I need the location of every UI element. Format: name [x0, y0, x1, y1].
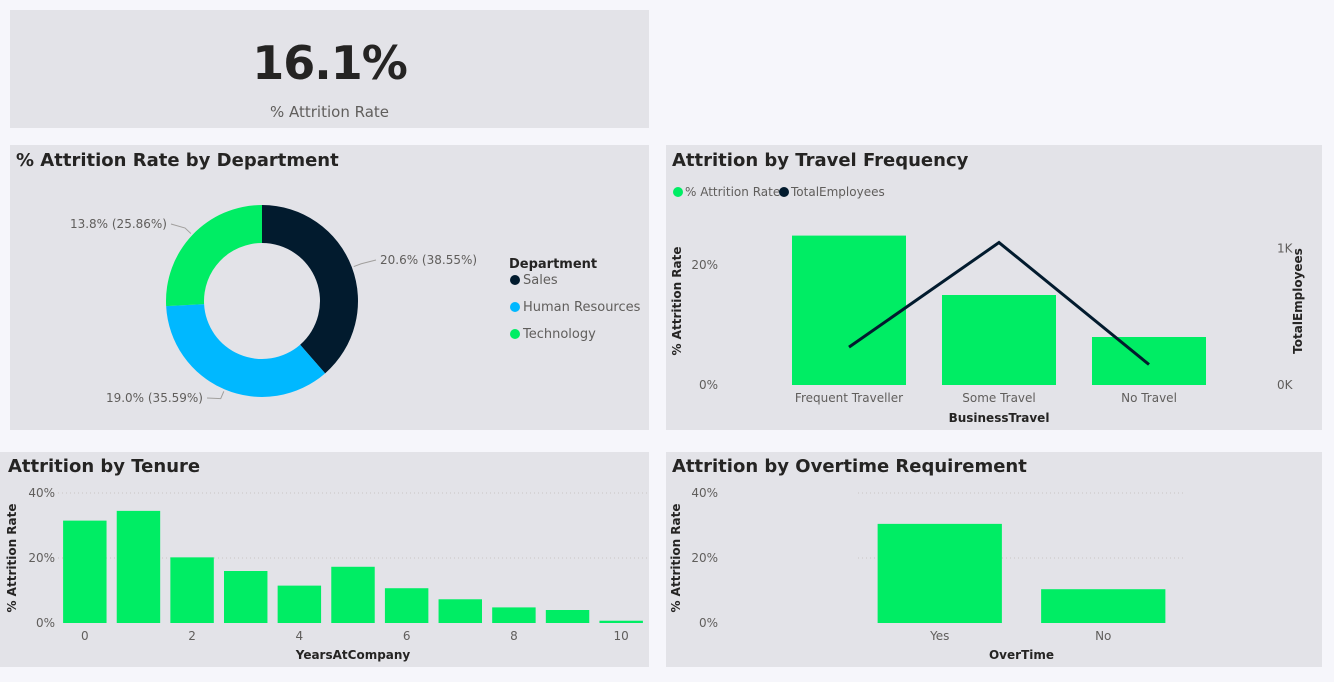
bar: [1041, 589, 1166, 623]
overtime-chart-card: Attrition by Overtime Requirement 0% 20% 4…: [666, 452, 1322, 667]
x-tick-label: 6: [403, 629, 411, 643]
y-tick-label: 0%: [36, 616, 55, 630]
donut-leader-line: [353, 259, 377, 268]
legend-label: Human Resources: [523, 300, 641, 315]
y2-axis-title: TotalEmployees: [1291, 248, 1305, 354]
legend-marker: [779, 187, 789, 197]
donut-slice-technology: [166, 205, 262, 307]
y-tick-label: 20%: [691, 258, 718, 272]
tenure-chart-card: Attrition by Tenure 0% 20% 40% 0 2 4 6 8 10 Years…: [0, 452, 649, 667]
x-axis-title: OverTime: [989, 648, 1054, 662]
y-tick-label: 0%: [699, 378, 718, 392]
department-donut-chart: 20.6% (38.55%) 19.0% (35.59%) 13.8% (25.86…: [70, 205, 641, 405]
legend-label: Sales: [523, 273, 558, 288]
bar: [545, 610, 590, 623]
donut-slice-human-resources: [166, 304, 326, 397]
kpi-value: 16.1%: [252, 36, 408, 90]
y-axis-title: % Attrition Rate: [669, 503, 683, 612]
legend-marker: [673, 187, 683, 197]
legend-marker: [510, 302, 520, 312]
y-tick-label: 20%: [691, 551, 718, 565]
y-axis-title: % Attrition Rate: [5, 503, 19, 612]
x-tick-label: 10: [614, 629, 629, 643]
bar: [116, 510, 161, 623]
legend-label: % Attrition Rate: [685, 185, 780, 199]
bar: [792, 235, 906, 385]
bar: [384, 588, 429, 623]
y-tick-label: 0%: [699, 616, 718, 630]
bar: [277, 585, 322, 623]
x-axis-title: YearsAtCompany: [295, 648, 411, 662]
legend-label: Technology: [522, 327, 596, 342]
y-tick-label: 20%: [28, 551, 55, 565]
bar: [492, 607, 536, 623]
donut-leader-line: [206, 391, 225, 400]
donut-slice-sales: [262, 205, 359, 374]
travel-chart-card: Attrition by Travel Frequency % Attritio…: [666, 145, 1322, 430]
y2-tick-label: 0K: [1277, 378, 1294, 392]
x-tick-label: Some Travel: [962, 391, 1036, 405]
bar: [331, 566, 375, 623]
y-tick-label: 40%: [28, 486, 55, 500]
x-tick-label: 4: [296, 629, 304, 643]
legend-marker: [510, 275, 520, 285]
donut-data-label: 13.8% (25.86%): [70, 217, 167, 231]
y-tick-label: 40%: [691, 486, 718, 500]
tenure-bar-chart: 0% 20% 40% 0 2 4 6 8 10 YearsAtCompany % Attrition…: [5, 486, 648, 662]
overtime-bar-chart: 0% 20% 40% Yes No OverTime % Attrition Rate: [669, 486, 1185, 662]
y-axis-title: % Attrition Rate: [670, 246, 684, 355]
x-tick-label: 2: [188, 629, 196, 643]
bar: [224, 571, 268, 623]
x-tick-label: Yes: [929, 629, 949, 643]
donut-data-label: 19.0% (35.59%): [106, 391, 203, 405]
department-chart-card: % Attrition Rate by Department 20.6% (38…: [10, 145, 649, 430]
legend-title: Department: [509, 257, 597, 272]
x-tick-label: 0: [81, 629, 89, 643]
bar: [877, 523, 1002, 623]
bar: [1092, 337, 1206, 385]
bar: [438, 599, 482, 623]
bar: [63, 520, 107, 623]
bar: [942, 295, 1056, 385]
kpi-card: 16.1% % Attrition Rate: [10, 10, 649, 128]
legend-label: TotalEmployees: [790, 185, 885, 199]
x-tick-label: No: [1095, 629, 1111, 643]
x-tick-label: 8: [510, 629, 518, 643]
kpi-label: % Attrition Rate: [269, 103, 389, 121]
donut-leader-line: [170, 223, 192, 234]
x-tick-label: Frequent Traveller: [795, 391, 903, 405]
donut-data-label: 20.6% (38.55%): [380, 253, 477, 267]
x-tick-label: No Travel: [1121, 391, 1177, 405]
x-axis-title: BusinessTravel: [949, 411, 1050, 425]
bar: [599, 620, 643, 623]
legend-marker: [510, 329, 520, 339]
travel-combo-chart: % Attrition Rate TotalEmployees0%20%0K1KF…: [670, 185, 1305, 425]
bar: [170, 557, 214, 623]
